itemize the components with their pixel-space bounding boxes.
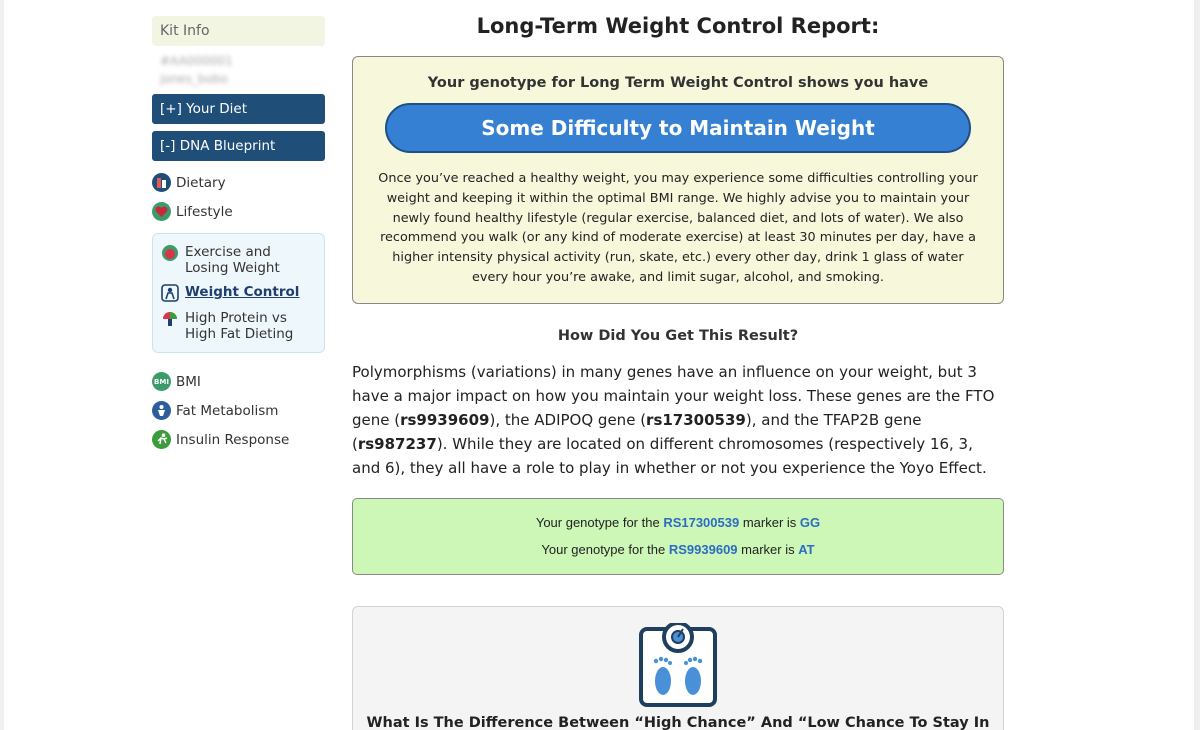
sidebar-item-bmi[interactable]: BMI BMI [152,367,325,396]
kit-info-header: Kit Info [152,16,325,46]
runner-icon [152,430,171,449]
result-description: Once you’ve reached a healthy weight, yo… [378,171,978,285]
main-content: Long-Term Weight Control Report: Your ge… [352,0,1004,730]
person-icon [161,284,179,302]
page-edge-left [0,0,4,730]
sidebar-item-label: Fat Metabolism [176,402,279,419]
your-diet-button[interactable]: [+] Your Diet [152,94,325,124]
explanation-paragraph: Polymorphisms (variations) in many genes… [352,360,1004,480]
snp-rs9939609: rs9939609 [400,411,490,429]
lifestyle-submenu: Exercise and Losing Weight Weight Contro… [152,233,325,353]
marker-genotype: AT [798,542,815,557]
info-card-title: What Is The Difference Between “High Cha… [366,715,990,730]
marker-prefix: Your genotype for the [541,542,666,557]
sub-item-exercise[interactable]: Exercise and Losing Weight [161,244,316,276]
sidebar-item-lifestyle[interactable]: Lifestyle [152,197,325,226]
sidebar-item-label: Insulin Response [176,431,290,448]
marker-id: RS17300539 [663,515,740,530]
how-title: How Did You Get This Result? [557,328,799,344]
info-card: What Is The Difference Between “High Cha… [352,606,1004,730]
dna-blueprint-button[interactable]: [-] DNA Blueprint [152,131,325,161]
kit-id: #AA000001 [160,54,233,68]
sub-item-protein-fat[interactable]: High Protein vs High Fat Dieting [161,310,316,342]
food-icon [161,310,179,328]
sub-item-label: High Protein vs High Fat Dieting [185,310,294,342]
marker-mid: marker is [741,542,795,557]
marker-id: RS9939609 [668,542,738,557]
para-text-4: ). While they are located on different c… [352,435,987,477]
page-title: Long-Term Weight Control Report: [476,14,880,38]
sidebar-item-insulin-response[interactable]: Insulin Response [152,425,325,454]
sidebar-item-dietary[interactable]: Dietary [152,168,325,197]
scale-icon [639,623,717,707]
sidebar-item-label: BMI [176,373,201,390]
sidebar-item-label: Lifestyle [176,203,233,220]
bmi-icon: BMI [152,372,171,391]
metabolism-icon [152,401,171,420]
para-text-2: ), the ADIPOQ gene ( [489,411,647,429]
sidebar-item-fat-metabolism[interactable]: Fat Metabolism [152,396,325,425]
marker-line: Your genotype for the RS9939609 marker i… [353,540,1003,567]
sub-item-label: Exercise and Losing Weight [185,244,280,276]
marker-genotype: GG [799,515,821,530]
sidebar: Kit Info #AA000001 jones_bobo [+] Your D… [152,16,325,454]
apple-icon [161,244,179,262]
heart-icon [152,202,171,221]
marker-mid: marker is [742,515,797,530]
marker-box: Your genotype for the RS17300539 marker … [352,498,1004,575]
sidebar-item-label: Dietary [176,174,226,191]
result-box: Your genotype for Long Term Weight Contr… [352,56,1004,304]
snp-rs987237: rs987237 [357,435,437,453]
marker-prefix: Your genotype for the [535,515,660,530]
sub-item-weight-control[interactable]: Weight Control [161,284,316,302]
kit-details: #AA000001 jones_bobo [152,46,325,94]
result-badge: Some Difficulty to Maintain Weight [385,103,971,153]
snp-rs17300539: rs17300539 [646,411,746,429]
page-edge-right [1194,0,1200,730]
sub-item-label: Weight Control [185,284,300,300]
dietary-icon [152,173,171,192]
genotype-intro: Your genotype for Long Term Weight Contr… [427,75,929,91]
kit-user: jones_bobo [160,72,228,86]
marker-line: Your genotype for the RS17300539 marker … [353,513,1003,540]
